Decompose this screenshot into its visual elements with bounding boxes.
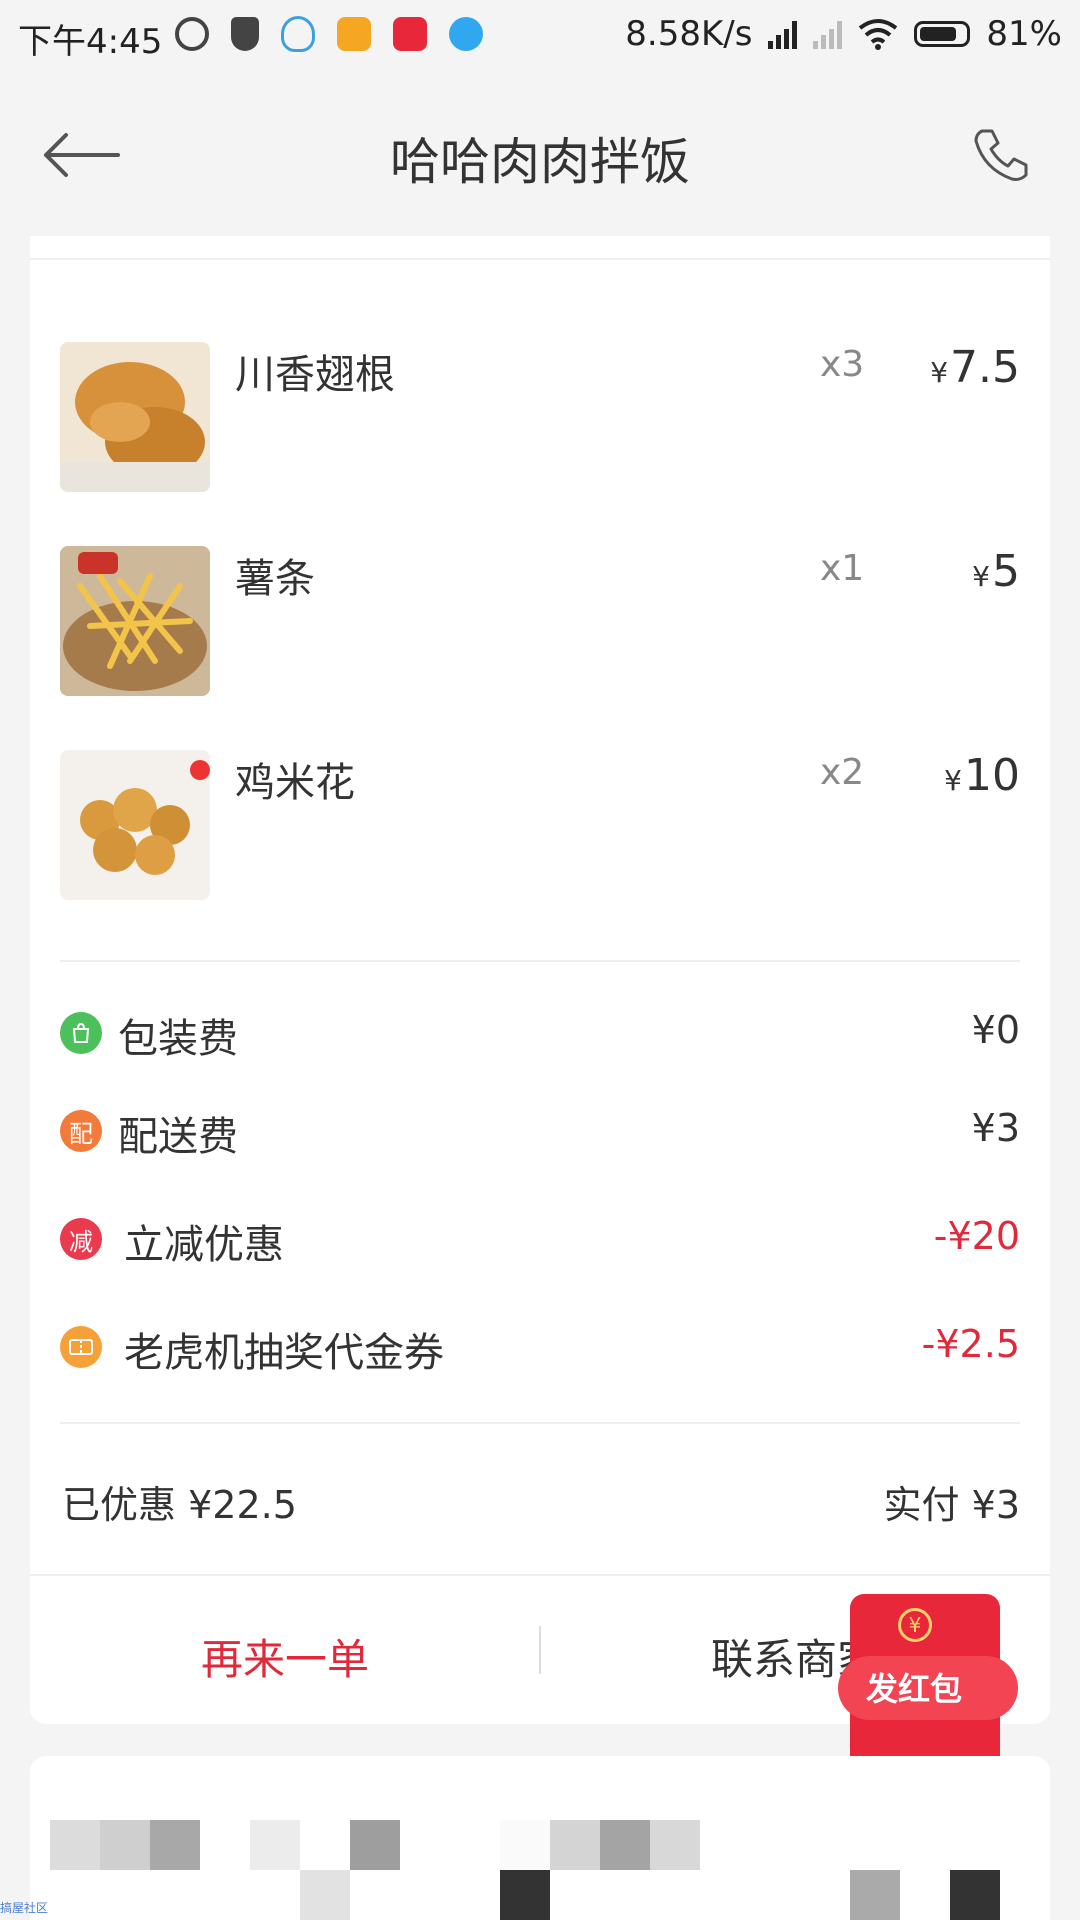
fee-row-packaging: 包装费 ¥0 <box>60 1006 1020 1066</box>
blurred-block <box>500 1820 550 1870</box>
fee-row-discount: 减 立减优惠 -¥20 <box>60 1212 1020 1272</box>
wifi-icon <box>859 19 898 50</box>
item-price: ¥5 <box>972 546 1020 597</box>
list-item: 川香翅根 x3 ¥7.5 <box>60 342 1020 492</box>
item-name: 鸡米花 <box>235 760 355 806</box>
blurred-block <box>850 1870 900 1920</box>
fee-row-delivery: 配 配送费 ¥3 <box>60 1104 1020 1164</box>
fee-label: 老虎机抽奖代金券 <box>124 1330 444 1376</box>
signal-icon <box>813 19 843 49</box>
fee-value: ¥3 <box>971 1106 1020 1150</box>
star-app-icon <box>393 17 427 51</box>
blurred-block <box>350 1820 400 1870</box>
network-speed: 8.58K/s <box>625 14 753 54</box>
currency-symbol: ¥ <box>930 356 949 389</box>
item-name: 川香翅根 <box>235 352 395 398</box>
blurred-block <box>500 1870 550 1920</box>
blurred-block <box>100 1820 150 1870</box>
item-name: 薯条 <box>235 556 315 602</box>
notification-icons <box>175 16 483 52</box>
fee-label: 配送费 <box>118 1114 238 1160</box>
paid-value: ¥3 <box>971 1483 1020 1527</box>
red-packet-label: 发红包 <box>866 1670 963 1708</box>
fee-label: 立减优惠 <box>124 1222 284 1268</box>
divider <box>30 1574 1050 1576</box>
shield-icon <box>231 17 259 51</box>
page-title: 哈哈肉肉拌饭 <box>390 133 690 191</box>
fee-value: ¥0 <box>971 1008 1020 1052</box>
battery-percent: 81% <box>986 14 1062 54</box>
order-card: 川香翅根 x3 ¥7.5 薯条 x1 ¥5 鸡米花 x2 ¥10 包装费 ¥0 … <box>30 236 1050 1724</box>
currency-symbol: ¥ <box>972 560 990 593</box>
fee-value: -¥20 <box>933 1214 1020 1258</box>
status-bar: 下午4:45 8.58K/s 81% <box>0 0 1080 72</box>
battery-icon <box>914 21 971 47</box>
blurred-block <box>250 1820 300 1870</box>
blurred-block <box>550 1820 600 1870</box>
divider <box>60 960 1020 962</box>
fee-row-coupon: 老虎机抽奖代金券 -¥2.5 <box>60 1320 1020 1380</box>
status-time: 下午4:45 <box>18 22 163 62</box>
discount-value: ¥22.5 <box>188 1483 297 1527</box>
item-image-fries <box>60 546 210 696</box>
list-item: 鸡米花 x2 ¥10 <box>60 750 1020 900</box>
phone-icon[interactable] <box>970 125 1030 185</box>
item-image-popcorn-chicken <box>60 750 210 900</box>
list-item: 薯条 x1 ¥5 <box>60 546 1020 696</box>
app-icon <box>337 17 371 51</box>
reorder-button[interactable]: 再来一单 <box>30 1626 540 1687</box>
fee-value: -¥2.5 <box>921 1322 1020 1366</box>
header: 哈哈肉肉拌饭 <box>0 80 1080 230</box>
coupon-icon <box>60 1326 102 1368</box>
item-qty: x1 <box>820 548 865 589</box>
bird-app-icon <box>449 17 483 51</box>
divider <box>60 1422 1020 1424</box>
blurred-block <box>300 1870 350 1920</box>
lower-card <box>30 1756 1050 1920</box>
item-image-wings <box>60 342 210 492</box>
discount-summary: 已优惠 ¥22.5 <box>62 1474 297 1529</box>
blurred-block <box>600 1820 650 1870</box>
price-value: 5 <box>992 546 1020 597</box>
netease-music-icon <box>175 17 209 51</box>
discount-icon: 减 <box>60 1218 102 1260</box>
discount-label: 已优惠 <box>62 1483 177 1527</box>
paid-label: 实付 <box>883 1483 960 1527</box>
watermark: 搞屋社区 <box>0 1901 49 1915</box>
red-packet-button[interactable]: ¥ 发红包 <box>838 1594 1018 1770</box>
coin-icon: ¥ <box>898 1608 932 1642</box>
blurred-block <box>950 1870 1000 1920</box>
item-qty: x3 <box>820 344 865 385</box>
price-value: 7.5 <box>950 342 1020 393</box>
delivery-icon: 配 <box>60 1110 102 1152</box>
fee-label: 包装费 <box>118 1016 238 1062</box>
blurred-block <box>650 1820 700 1870</box>
qq-icon <box>281 16 315 52</box>
blurred-block <box>50 1820 100 1870</box>
price-value: 10 <box>964 750 1020 801</box>
signal-hd-icon <box>768 19 798 49</box>
paid-summary: 实付 ¥3 <box>884 1474 1020 1529</box>
blurred-block <box>150 1820 200 1870</box>
divider <box>30 258 1050 260</box>
item-price: ¥7.5 <box>930 342 1020 393</box>
item-price: ¥10 <box>944 750 1020 801</box>
currency-symbol: ¥ <box>944 764 962 797</box>
item-qty: x2 <box>820 752 865 793</box>
status-right: 8.58K/s 81% <box>625 14 1062 54</box>
bag-icon <box>60 1012 102 1054</box>
